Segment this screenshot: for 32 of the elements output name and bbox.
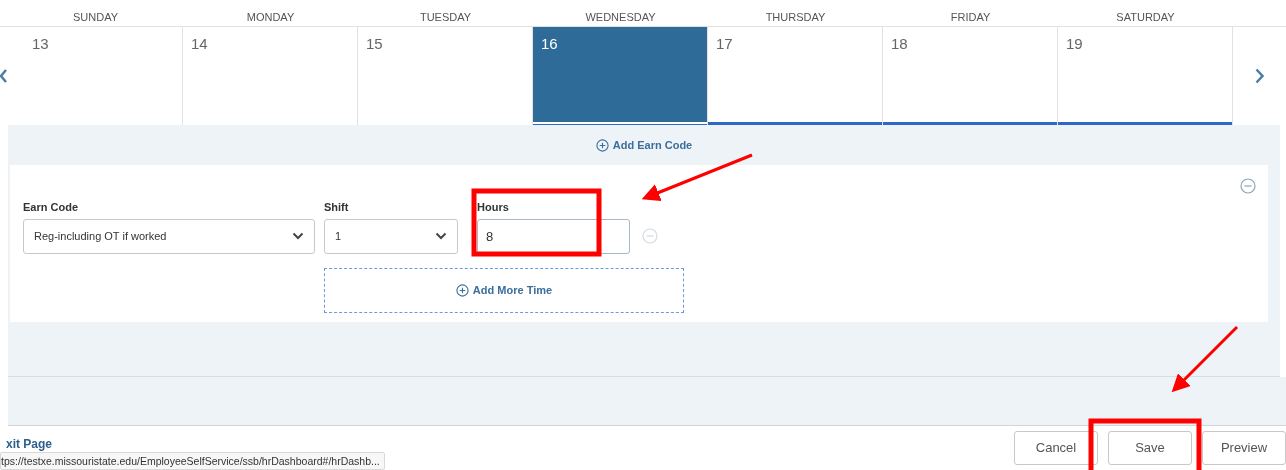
day-name: SATURDAY: [1115, 9, 1176, 25]
day-name: SUNDAY: [72, 9, 119, 25]
day-cell[interactable]: 17: [708, 27, 883, 125]
chevron-left-icon[interactable]: [0, 69, 7, 83]
day-name: TUESDAY: [418, 9, 473, 25]
shift-select[interactable]: 1: [324, 218, 458, 254]
chevron-down-icon: [435, 232, 447, 240]
footer-button[interactable]: Preview: [1202, 431, 1286, 465]
exit-page-link[interactable]: xit Page: [6, 438, 385, 451]
day-cell[interactable]: 18: [883, 27, 1058, 125]
hours-field[interactable]: 8: [477, 218, 630, 254]
day-cell[interactable]: 16: [533, 27, 708, 125]
day-name: WEDNESDAY: [584, 9, 657, 25]
footer-button[interactable]: Save: [1108, 431, 1192, 465]
chevron-right-icon[interactable]: [1255, 68, 1264, 84]
remove-icon[interactable]: [1240, 178, 1256, 194]
footer-button[interactable]: Cancel: [1014, 431, 1098, 465]
earn-code-select[interactable]: Reg-including OT if worked: [23, 218, 315, 254]
field-label: Earn Code: [23, 200, 79, 215]
day-cell[interactable]: 19: [1058, 27, 1233, 125]
add-earn-code-link[interactable]: Add Earn Code: [595, 136, 693, 154]
arrow: [1171, 325, 1239, 393]
add-more-time-button[interactable]: Add More Time: [324, 267, 684, 313]
chevron-down-icon: [292, 232, 304, 240]
status-url: tps://testxe.missouristate.edu/EmployeeSelfService/ssb/hrDashboard#/hrDashb...: [0, 452, 385, 470]
day-name: FRIDAY: [949, 9, 992, 25]
field-label: Hours: [477, 200, 509, 215]
day-name: MONDAY: [245, 9, 296, 25]
day-name: THURSDAY: [764, 9, 827, 25]
add-icon: [455, 283, 469, 297]
field-label: Shift: [324, 200, 350, 215]
add-icon: [595, 138, 609, 152]
